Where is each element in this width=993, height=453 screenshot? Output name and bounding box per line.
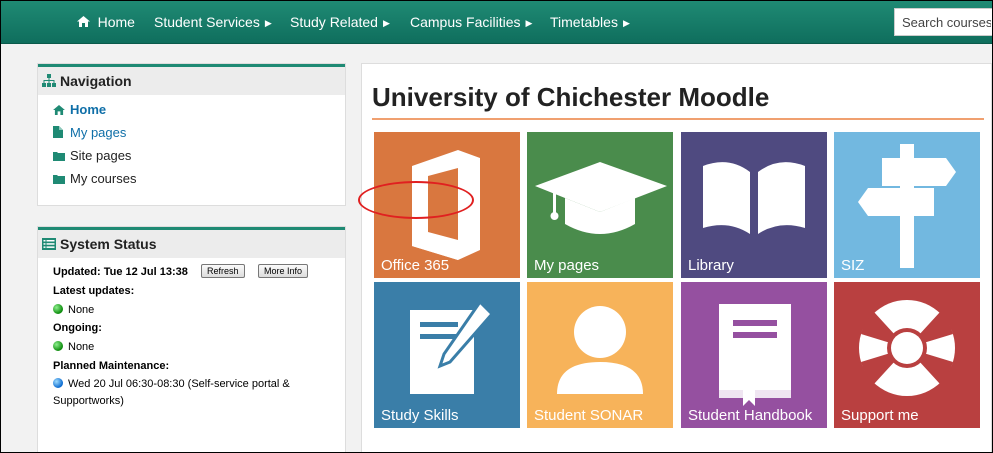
ongoing-text: None	[68, 341, 95, 353]
caret-right-icon: ▶	[525, 18, 533, 28]
navigation-block-header: Navigation	[38, 64, 345, 95]
nav-link-site-pages[interactable]: Site pages	[53, 148, 131, 163]
caret-right-icon: ▶	[622, 18, 630, 28]
top-navbar: Home Student Services ▶ Study Related ▶ Ca…	[1, 1, 992, 44]
planned-maintenance-label: Planned Maintenance:	[53, 360, 170, 372]
nav-link-home-label: Home	[70, 102, 107, 117]
system-status-block: System Status Updated: Tue 12 Jul 13:38 …	[37, 226, 346, 452]
planned-maintenance-text-cont: Supportworks)	[53, 395, 124, 407]
nav-link-my-courses-label: My courses	[70, 171, 137, 186]
tile-study-skills[interactable]: Study Skills	[374, 282, 520, 428]
latest-updates-text: None	[68, 304, 95, 316]
list-icon	[42, 237, 56, 255]
nav-link-my-pages-label: My pages	[70, 125, 127, 140]
caret-right-icon: ▶	[264, 18, 272, 28]
office-365-highlight-ellipse	[358, 181, 474, 219]
page-title: University of Chichester Moodle	[372, 82, 770, 112]
tile-siz[interactable]: SIZ	[834, 132, 980, 278]
planned-maintenance-text: Wed 20 Jul 06:30-08:30 (Self-service por…	[68, 378, 290, 390]
nav-link-site-pages-label: Site pages	[70, 148, 132, 163]
nav-study-related[interactable]: Study Related ▶	[290, 1, 390, 43]
browser-frame: Home Student Services ▶ Study Related ▶ Ca…	[0, 0, 993, 453]
home-icon	[53, 103, 65, 115]
tile-student-handbook[interactable]: Student Handbook	[681, 282, 827, 428]
tile-siz-label: SIZ	[841, 257, 865, 274]
tile-study-skills-label: Study Skills	[381, 407, 459, 424]
main-content: University of Chichester Moodle Office 3…	[358, 63, 992, 452]
folder-icon	[53, 172, 65, 184]
tile-student-handbook-label: Student Handbook	[688, 407, 813, 424]
nav-link-my-courses[interactable]: My courses	[53, 171, 136, 186]
system-status-title: System Status	[60, 236, 157, 252]
blue-status-icon	[53, 378, 63, 388]
file-icon	[53, 126, 65, 138]
tile-support-me[interactable]: Support me	[834, 282, 980, 428]
folder-icon	[53, 149, 65, 161]
nav-campus-facilities-label: Campus Facilities	[410, 14, 521, 30]
nav-link-my-pages[interactable]: My pages	[53, 125, 126, 140]
refresh-button[interactable]: Refresh	[201, 264, 245, 278]
tile-office-365-label: Office 365	[381, 257, 450, 274]
navigation-title: Navigation	[60, 73, 132, 89]
caret-right-icon: ▶	[382, 18, 390, 28]
tile-library-label: Library	[688, 257, 734, 274]
tile-library[interactable]: Library	[681, 132, 827, 278]
nav-student-services[interactable]: Student Services ▶	[154, 1, 272, 43]
tile-support-me-label: Support me	[841, 407, 919, 424]
tile-student-sonar[interactable]: Student SONAR	[527, 282, 673, 428]
green-status-icon	[53, 341, 63, 351]
nav-home[interactable]: Home	[77, 1, 135, 43]
ongoing-value: None	[53, 341, 94, 353]
tile-my-pages-label: My pages	[534, 257, 600, 274]
nav-timetables[interactable]: Timetables ▶	[550, 1, 630, 43]
system-status-header: System Status	[38, 227, 345, 258]
home-icon	[77, 15, 94, 30]
more-info-button[interactable]: More Info	[258, 264, 309, 278]
nav-timetables-label: Timetables	[550, 14, 618, 30]
nav-study-related-label: Study Related	[290, 14, 378, 30]
latest-updates-label: Latest updates:	[53, 285, 135, 297]
nav-campus-facilities[interactable]: Campus Facilities ▶	[410, 1, 532, 43]
planned-maintenance-item: Wed 20 Jul 06:30-08:30 (Self-service por…	[53, 378, 290, 390]
ongoing-label: Ongoing:	[53, 322, 102, 334]
navigation-block: Navigation Home My pages Site pages My c…	[37, 63, 346, 206]
tile-my-pages[interactable]: My pages	[527, 132, 673, 278]
nav-link-home[interactable]: Home	[53, 102, 106, 117]
sitemap-icon	[42, 74, 56, 92]
status-updated: Updated: Tue 12 Jul 13:38	[53, 266, 188, 278]
tile-student-sonar-label: Student SONAR	[534, 407, 644, 424]
nav-student-services-label: Student Services	[154, 14, 260, 30]
nav-home-label: Home	[97, 14, 135, 30]
green-status-icon	[53, 304, 63, 314]
search-courses-input[interactable]	[894, 8, 992, 36]
title-rule	[372, 118, 984, 120]
latest-updates-value: None	[53, 304, 94, 316]
